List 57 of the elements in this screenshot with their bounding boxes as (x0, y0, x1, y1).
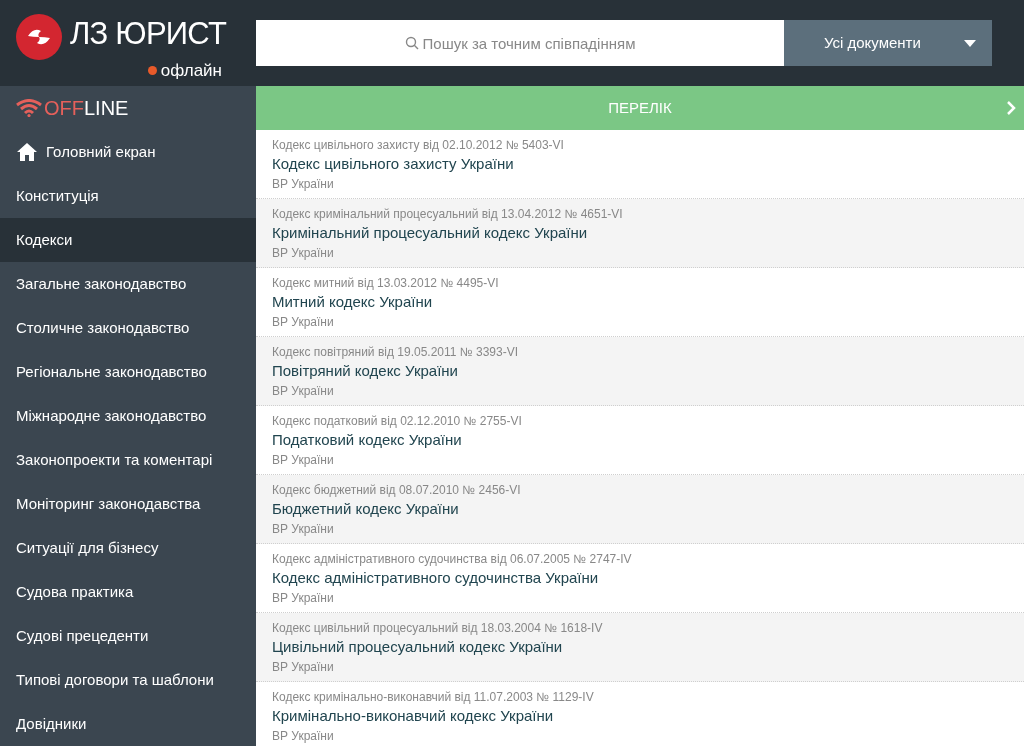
document-title: Повітряний кодекс України (272, 361, 458, 381)
list-title: ПЕРЕЛІК (608, 97, 672, 118)
logo-icon (16, 14, 62, 60)
document-meta: Кодекс повітряний від 19.05.2011 № 3393-VI (272, 344, 519, 360)
document-title: Митний кодекс України (272, 292, 433, 312)
document-filter-dropdown[interactable]: Усі документи (784, 20, 992, 66)
document-title: Кримінальний процесуальний кодекс України (272, 223, 588, 243)
sidebar-item[interactable]: Судові прецеденти (0, 614, 256, 658)
sidebar-item[interactable]: Головний екран (0, 130, 256, 174)
status-label: офлайн (160, 60, 222, 82)
document-meta: Кодекс бюджетний від 08.07.2010 № 2456-VI (272, 482, 521, 498)
document-title: Податковий кодекс України (272, 430, 462, 450)
document-issuer: ВР України (272, 245, 334, 262)
sidebar-item[interactable]: Ситуації для бізнесу (0, 526, 256, 570)
document-title: Кодекс цивільного захисту України (272, 154, 514, 174)
document-row[interactable]: Кодекс кримінальний процесуальний від 13.04.2012 № 4651-VI Кримінальний процесуальний кодекс України ВР України (256, 199, 1024, 268)
document-meta: Кодекс цивільного захисту від 02.10.2012 № 5403-VI (272, 137, 564, 153)
document-issuer: ВР України (272, 659, 334, 676)
document-title: Цивільний процесуальний кодекс України (272, 637, 563, 657)
document-row[interactable]: Кодекс цивільний процесуальний від 18.03.2004 № 1618-IV Цивільний процесуальний кодекс України ВР України (256, 613, 1024, 682)
chevron-right-icon[interactable] (1007, 101, 1016, 115)
sidebar-item[interactable]: Типові договори та шаблони (0, 658, 256, 702)
document-meta: Кодекс цивільний процесуальний від 18.03.2004 № 1618-IV (272, 620, 603, 636)
caret-icon (964, 39, 976, 47)
document-meta: Кодекс адміністративного судочинства від 06.07.2005 № 2747-IV (272, 551, 632, 567)
document-issuer: ВР України (272, 590, 334, 607)
sidebar-item[interactable]: Судова практика (0, 570, 256, 614)
document-issuer: ВР України (272, 176, 334, 193)
document-title: Бюджетний кодекс України (272, 499, 459, 519)
document-issuer: ВР України (272, 728, 334, 745)
document-meta: Кодекс кримінально-виконавчий від 11.07.2003 № 1129-IV (272, 689, 594, 705)
document-issuer: ВР України (272, 521, 334, 538)
document-meta: Кодекс митний від 13.03.2012 № 4495-VI (272, 275, 499, 291)
sidebar-item[interactable]: Законопроекти та коментарі (0, 438, 256, 482)
document-meta: Кодекс кримінальний процесуальний від 13.04.2012 № 4651-VI (272, 206, 623, 222)
document-issuer: ВР України (272, 314, 334, 331)
sidebar-item[interactable]: Столичне законодавство (0, 306, 256, 350)
sidebar-item[interactable]: Кодекси (0, 218, 256, 262)
document-title: Кримінально-виконавчий кодекс України (272, 706, 554, 726)
home-icon (16, 142, 38, 162)
search-field[interactable]: Пошук за точним співпадінням (256, 20, 784, 66)
offline-label: OFFLINE (44, 98, 129, 118)
sidebar-item[interactable]: Загальне законодавство (0, 262, 256, 306)
sidebar-item[interactable]: Міжнародне законодавство (0, 394, 256, 438)
document-row[interactable]: Кодекс повітряний від 19.05.2011 № 3393-VI Повітряний кодекс України ВР України (256, 337, 1024, 406)
sidebar-item[interactable]: Моніторинг законодавства (0, 482, 256, 526)
search-icon (405, 36, 419, 50)
sidebar-item[interactable]: Регіональне законодавство (0, 350, 256, 394)
app-title: ЛЗ ЮРИСТ (70, 18, 227, 49)
sidebar-item[interactable]: Конституція (0, 174, 256, 218)
document-meta: Кодекс податковий від 02.12.2010 № 2755-VI (272, 413, 522, 429)
document-issuer: ВР України (272, 383, 334, 400)
document-title: Кодекс адміністративного судочинства України (272, 568, 599, 588)
sidebar-item[interactable]: Довідники (0, 702, 256, 746)
document-row[interactable]: Кодекс бюджетний від 08.07.2010 № 2456-VI Бюджетний кодекс України ВР України (256, 475, 1024, 544)
wifi-icon (16, 99, 42, 117)
document-issuer: ВР України (272, 452, 334, 469)
